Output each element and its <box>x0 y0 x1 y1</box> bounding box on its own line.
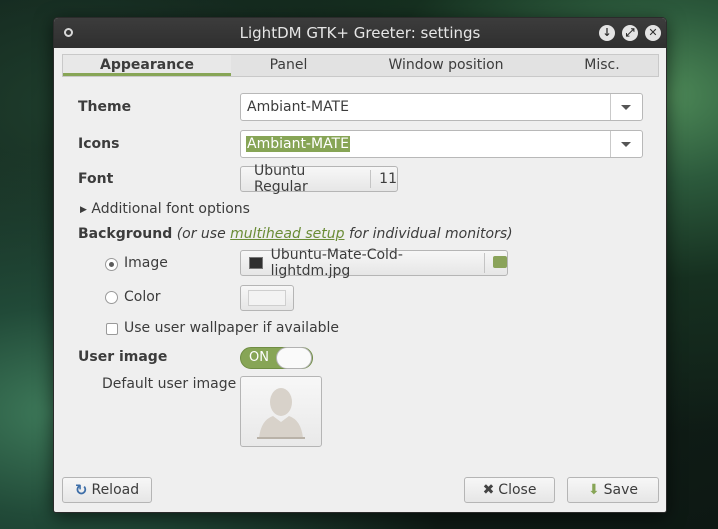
color-radio-label: Color <box>124 289 161 305</box>
color-button[interactable] <box>240 285 294 311</box>
save-icon: ⬇ <box>587 482 600 498</box>
user-image-label: User image <box>78 349 168 365</box>
tab-window-position[interactable]: Window position <box>346 55 546 76</box>
background-row: Background (or use multihead setup for i… <box>78 226 513 242</box>
user-wallpaper-checkbox[interactable] <box>106 323 118 335</box>
user-image-switch[interactable]: ON <box>240 347 313 369</box>
user-wallpaper-label: Use user wallpaper if available <box>124 320 340 336</box>
default-user-image-label: Default user image <box>102 376 237 392</box>
reload-label: Reload <box>91 482 140 498</box>
user-avatar-icon <box>257 387 305 439</box>
save-button[interactable]: ⬇ Save <box>567 477 659 503</box>
background-image-file: Ubuntu-Mate-Cold-lightdm.jpg <box>270 247 403 279</box>
font-separator <box>370 170 372 188</box>
tab-appearance[interactable]: Appearance <box>63 55 231 76</box>
close-icon: ✖ <box>482 482 495 498</box>
image-radio-label: Image <box>124 255 168 271</box>
reload-icon: ↻ <box>74 481 88 499</box>
background-note-suffix: for individual monitors) <box>344 226 513 242</box>
tab-bar: Appearance Panel Window position Misc. <box>62 54 659 77</box>
font-label: Font <box>78 171 114 187</box>
close-button[interactable]: ✖ Close <box>464 477 555 503</box>
color-swatch <box>248 290 286 306</box>
folder-icon <box>492 256 507 268</box>
tab-panel[interactable]: Panel <box>231 55 346 76</box>
additional-font-options-expander[interactable]: ▶ Additional font options <box>80 201 250 217</box>
reload-button[interactable]: ↻ Reload <box>62 477 152 503</box>
switch-on-label: ON <box>249 350 269 365</box>
title-bar: LightDM GTK+ Greeter: settings ↓ ⤢ ✕ <box>54 18 666 48</box>
font-size: 11 <box>379 171 397 187</box>
save-label: Save <box>603 482 639 498</box>
multihead-setup-link[interactable]: multihead setup <box>230 226 344 242</box>
icons-value[interactable]: Ambiant-MATE <box>246 136 350 152</box>
chevron-down-icon[interactable] <box>610 94 642 120</box>
close-window-icon[interactable]: ✕ <box>645 25 661 41</box>
background-image-chooser[interactable]: Ubuntu-Mate-Cold-lightdm.jpg <box>240 247 508 279</box>
expander-arrow-icon: ▶ <box>80 205 87 215</box>
chevron-down-icon[interactable] <box>610 131 642 157</box>
background-label: Background <box>78 226 173 242</box>
additional-font-options-label: Additional font options <box>91 201 250 217</box>
icons-label: Icons <box>78 136 120 152</box>
icons-combo[interactable]: Ambiant-MATE <box>240 130 643 158</box>
default-user-image-button[interactable] <box>240 376 322 447</box>
minimize-icon[interactable]: ↓ <box>599 25 615 41</box>
settings-window: LightDM GTK+ Greeter: settings ↓ ⤢ ✕ App… <box>53 17 667 513</box>
image-radio[interactable] <box>105 258 118 271</box>
theme-combo[interactable]: Ambiant-MATE <box>240 93 643 121</box>
background-note-prefix: (or use <box>176 226 231 242</box>
font-name: Ubuntu Regular <box>254 163 308 195</box>
close-label: Close <box>498 482 537 498</box>
chooser-separator <box>483 253 485 273</box>
tab-misc[interactable]: Misc. <box>546 55 658 76</box>
color-radio[interactable] <box>105 291 118 304</box>
image-file-icon <box>249 257 263 269</box>
maximize-icon[interactable]: ⤢ <box>622 25 638 41</box>
switch-knob[interactable] <box>276 347 312 369</box>
theme-label: Theme <box>78 99 132 115</box>
window-title: LightDM GTK+ Greeter: settings <box>239 24 481 42</box>
font-button[interactable]: Ubuntu Regular 11 <box>240 163 398 195</box>
theme-value: Ambiant-MATE <box>247 99 349 115</box>
